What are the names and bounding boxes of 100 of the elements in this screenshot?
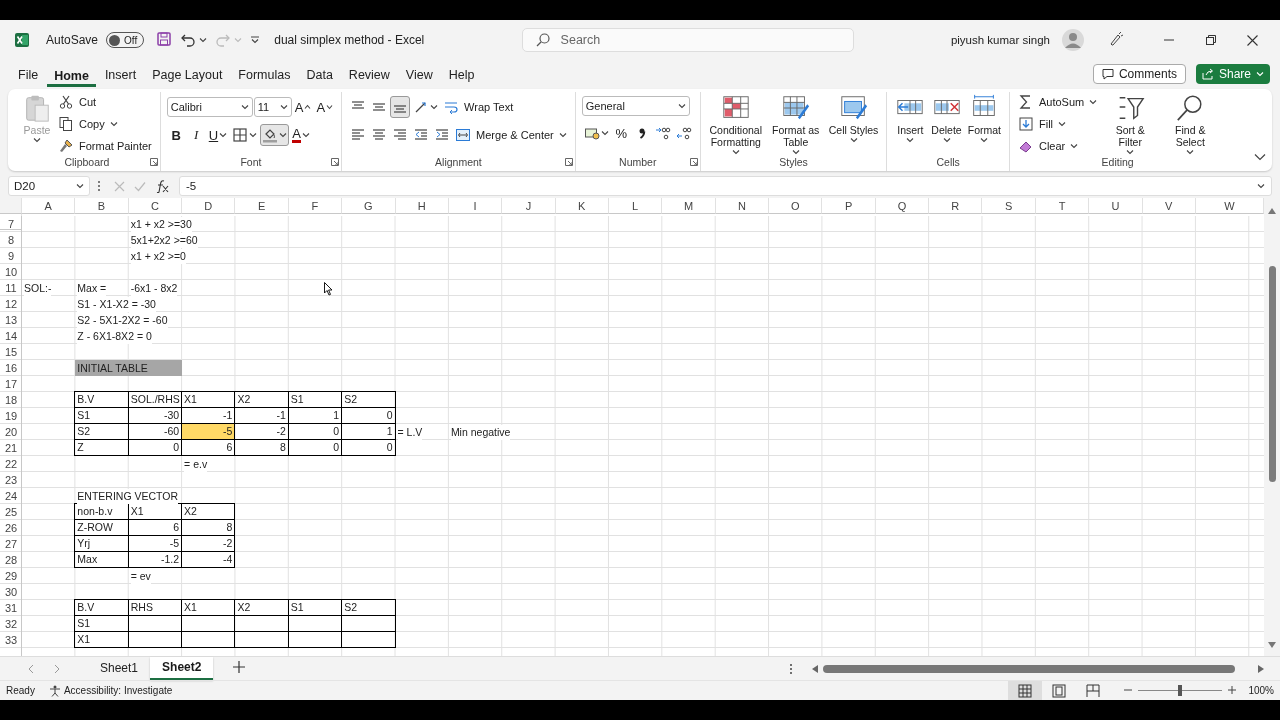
dialog-launcher-button[interactable] (564, 156, 573, 168)
column-header[interactable]: G (342, 198, 396, 214)
row-number[interactable]: 32 (0, 616, 22, 632)
row-number[interactable]: 23 (0, 472, 22, 488)
name-box[interactable]: D20 (8, 176, 90, 196)
row-number[interactable]: 12 (0, 296, 22, 312)
cut-button[interactable]: Cut (56, 92, 154, 113)
row-number[interactable]: 15 (0, 344, 22, 360)
column-header[interactable]: Q (875, 198, 930, 214)
slider-thumb[interactable] (1178, 685, 1183, 696)
menu-tab[interactable]: Help (441, 64, 482, 84)
column-header[interactable]: L (608, 198, 663, 214)
number-format-dropdown[interactable]: General (581, 96, 690, 116)
scrollbar-thumb[interactable] (823, 664, 1235, 673)
row-number[interactable]: 27 (0, 536, 22, 552)
column-header[interactable]: R (929, 198, 983, 214)
merge-center-button[interactable]: Merge & Center (453, 124, 569, 146)
fill-button[interactable]: Fill (1016, 113, 1100, 135)
row-number[interactable]: 30 (0, 584, 22, 600)
row-number[interactable]: 9 (0, 248, 22, 264)
new-sheet-button[interactable] (233, 661, 246, 676)
share-button[interactable]: Share (1195, 64, 1270, 84)
menu-tab[interactable]: Formulas (231, 64, 298, 84)
column-header[interactable]: S (982, 198, 1036, 214)
dialog-launcher-button[interactable] (149, 156, 158, 168)
column-header[interactable]: I (448, 198, 503, 214)
column-header[interactable]: B (75, 198, 129, 214)
row-number[interactable]: 19 (0, 408, 22, 424)
font-size-dropdown[interactable]: 11 (253, 97, 292, 117)
bottom-align-button[interactable] (390, 96, 411, 118)
dialog-launcher-button[interactable] (689, 156, 698, 168)
column-header[interactable]: P (822, 198, 876, 214)
row-number[interactable]: 8 (0, 232, 22, 248)
row-number[interactable]: 20 (0, 424, 22, 440)
normal-view-button[interactable] (1008, 681, 1043, 700)
cell-styles-button[interactable]: Cell Styles (826, 92, 881, 144)
sort-filter-button[interactable]: Sort & Filter (1101, 92, 1160, 156)
menu-tab[interactable]: Data (299, 64, 340, 84)
underline-button[interactable]: U (206, 124, 230, 146)
menu-tab[interactable]: Review (341, 64, 397, 84)
row-number[interactable]: 16 (0, 360, 22, 376)
table-cell[interactable]: X1 (74, 631, 129, 648)
undo-button[interactable] (180, 32, 208, 48)
row-number[interactable]: 26 (0, 520, 22, 536)
accessibility-button[interactable]: Accessibility: Investigate (48, 684, 173, 697)
table-cell[interactable]: 0 (341, 439, 396, 456)
find-select-button[interactable]: Find & Select (1161, 92, 1220, 156)
row-number[interactable]: 10 (0, 264, 22, 280)
row-number[interactable]: 7 (0, 216, 22, 232)
sheet-tab[interactable]: Sheet1 (88, 656, 151, 680)
column-header[interactable]: C (128, 198, 183, 214)
menu-tab[interactable]: File (11, 64, 46, 84)
zoom-in-button[interactable] (1228, 685, 1237, 696)
table-cell[interactable] (341, 631, 396, 648)
conditional-formatting-button[interactable]: Conditional Formatting (706, 92, 765, 156)
comments-button[interactable]: Comments (1092, 64, 1186, 84)
column-header[interactable]: N (715, 198, 770, 214)
row-number[interactable]: 25 (0, 504, 22, 520)
column-header[interactable]: M (662, 198, 716, 214)
formula-field[interactable]: -5 (179, 176, 1272, 196)
row-number[interactable]: 28 (0, 552, 22, 568)
column-header[interactable]: O (769, 198, 823, 214)
table-cell[interactable]: S2 (341, 599, 396, 616)
row-number[interactable]: 14 (0, 328, 22, 344)
row-number[interactable]: 29 (0, 568, 22, 584)
table-cell[interactable]: Z (74, 439, 129, 456)
column-header[interactable]: K (555, 198, 609, 214)
shrink-font-button[interactable]: A (314, 96, 336, 118)
grow-font-button[interactable]: A (292, 96, 314, 118)
search-field[interactable]: Search (521, 28, 854, 52)
autosum-button[interactable]: AutoSum (1016, 92, 1100, 113)
dialog-launcher-button[interactable] (331, 156, 340, 168)
row-number[interactable]: 22 (0, 456, 22, 472)
insert-button[interactable]: Insert (893, 92, 928, 144)
column-header[interactable]: J (502, 198, 556, 214)
italic-button[interactable]: I (186, 124, 206, 146)
row-number[interactable]: 33 (0, 632, 22, 648)
row-number[interactable]: 17 (0, 376, 22, 392)
percent-style-button[interactable]: % (611, 122, 631, 144)
column-header[interactable]: H (395, 198, 449, 214)
format-button[interactable]: Format (965, 92, 1003, 144)
fill-color-button[interactable] (260, 124, 290, 146)
column-header[interactable]: W (1195, 198, 1264, 214)
format-painter-button[interactable]: Format Painter (56, 135, 154, 156)
font-name-dropdown[interactable]: Calibri (166, 97, 253, 117)
column-header[interactable]: V (1142, 198, 1196, 214)
row-number[interactable]: 11 (0, 280, 22, 296)
menu-tab[interactable]: Page Layout (145, 64, 230, 84)
column-header[interactable]: U (1089, 198, 1143, 214)
row-number[interactable]: 31 (0, 600, 22, 616)
bold-button[interactable]: B (166, 124, 186, 146)
table-cell[interactable]: B.V (74, 599, 129, 616)
menu-tab[interactable]: View (398, 64, 440, 84)
table-cell[interactable]: Max (74, 551, 129, 568)
copy-button[interactable]: Copy (56, 113, 154, 135)
delete-button[interactable]: Delete (929, 92, 964, 144)
clear-button[interactable]: Clear (1016, 135, 1100, 156)
menu-tab[interactable]: Insert (97, 64, 144, 84)
table-cell[interactable]: X2 (181, 503, 236, 520)
row-number[interactable]: 18 (0, 392, 22, 408)
